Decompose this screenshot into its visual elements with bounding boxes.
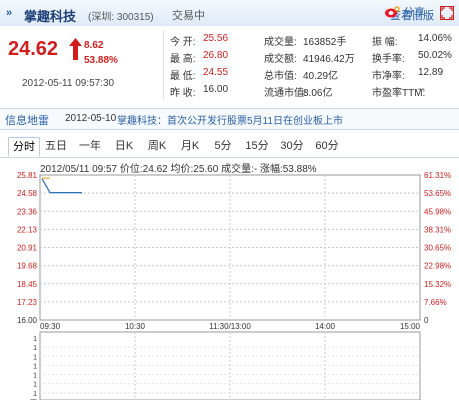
quote-field-value: 14.06% — [418, 33, 452, 44]
tab-2[interactable]: 一年 — [74, 137, 106, 155]
tab-9[interactable]: 60分 — [311, 137, 343, 155]
quote-field-label: 流通市值: — [264, 88, 307, 99]
y-tick-left: 19.68 — [17, 262, 38, 271]
news-bar: 信息地雷 2012-05-10 掌趣科技：首次公开发行股票5月11日在创业板上市 — [0, 108, 459, 130]
y-tick-left: 20.91 — [17, 244, 38, 253]
quote-field-label: 总市值: — [264, 71, 297, 82]
quote-field-label: 成交量: — [264, 37, 297, 48]
tab-1[interactable]: 五日 — [41, 137, 71, 155]
tab-3[interactable]: 日K — [109, 137, 139, 155]
volume-tick: 1 — [33, 336, 37, 343]
news-link[interactable]: 掌趣科技：首次公开发行股票5月11日在创业板上市 — [117, 112, 343, 127]
y-tick-right: 30.65% — [424, 244, 451, 253]
tab-7[interactable]: 15分 — [241, 137, 273, 155]
quote-datetime: 2012-05-11 09:57:30 — [22, 78, 115, 89]
quote-field-label: 市净率: — [372, 71, 405, 82]
y-tick-right: 53.65% — [424, 189, 451, 198]
quote-field-value: 163852手 — [303, 37, 347, 48]
stock-name: 掌趣科技 — [24, 9, 77, 24]
quote-field-label: 振 幅: — [372, 37, 398, 48]
tab-6[interactable]: 5分 — [208, 137, 238, 155]
quote-field-value: 12.89 — [418, 67, 444, 78]
y-tick-right: 22.98% — [424, 262, 451, 271]
y-tick-left: 25.81 — [17, 171, 38, 180]
divider — [163, 30, 164, 100]
y-tick-left: 22.13 — [17, 225, 38, 234]
volume-tick: 1 — [33, 391, 37, 398]
y-tick-right: 45.98% — [424, 207, 451, 216]
quote-field-value: 50.02% — [418, 50, 452, 61]
x-tick: 09:30 — [40, 322, 61, 331]
chart-tabs: 分时 五日 一年 日K 周K 月K 5分 15分 30分 60分 — [0, 133, 459, 158]
y-tick-right: 61.31% — [424, 171, 451, 180]
price-change: 8.62 — [84, 40, 104, 51]
fullscreen-icon[interactable] — [440, 6, 454, 20]
quote-field-label: 成交额: — [264, 54, 297, 65]
quote-field-label: 最 高: — [170, 54, 196, 65]
volume-tick: 1 — [33, 354, 37, 361]
stock-code: (深圳: 300315) — [88, 12, 154, 23]
y-tick-left: 24.58 — [17, 189, 38, 198]
y-tick-right: 38.31% — [424, 225, 451, 234]
price-change-pct: 53.88% — [84, 55, 118, 66]
x-tick: 15:00 — [400, 322, 421, 331]
y-tick-left: 18.45 — [17, 280, 38, 289]
trading-status: 交易中 — [172, 10, 205, 22]
y-tick-right: 15.32% — [424, 280, 451, 289]
share-label: 分享 — [403, 7, 426, 19]
volume-tick: 1 — [33, 345, 37, 352]
y-tick-right: 0 — [424, 316, 429, 325]
y-tick-left: 23.36 — [17, 207, 38, 216]
quote-field-value: -- — [418, 84, 425, 95]
y-tick-right: 7.66% — [424, 298, 447, 307]
x-tick: 14:00 — [315, 322, 336, 331]
current-price: 24.62 — [8, 38, 59, 60]
quote-field-value: 26.80 — [203, 50, 229, 61]
tab-5[interactable]: 月K — [175, 137, 205, 155]
tab-4[interactable]: 周K — [142, 137, 172, 155]
quote-field-label: 昨 收: — [170, 88, 196, 99]
y-tick-left: 16.00 — [17, 316, 38, 325]
quote-field-value: 40.29亿 — [303, 71, 339, 82]
volume-tick: 1 — [33, 363, 37, 370]
quote-field-value: 16.00 — [203, 84, 229, 95]
quote-field-value: 24.55 — [203, 67, 229, 78]
intraday-chart: 25.81 61.31% 24.58 53.65% 23.36 45.98% 22.13 38… — [17, 171, 451, 400]
tab-0[interactable]: 分时 — [8, 137, 40, 157]
volume-tick: 1 — [33, 373, 37, 380]
y-tick-left: 17.23 — [17, 298, 38, 307]
weibo-icon — [385, 6, 400, 18]
x-tick: 11:30/13:00 — [209, 322, 251, 331]
quote-field-label: 换手率: — [372, 54, 405, 65]
quote-field-value: 41946.42万 — [303, 54, 355, 65]
x-tick: 10:30 — [125, 322, 146, 331]
quote-field-label: 今 开: — [170, 37, 196, 48]
quote-field-value: 8.06亿 — [303, 88, 333, 99]
volume-tick: 1 — [33, 382, 37, 389]
quote-field-value: 25.56 — [203, 33, 229, 44]
news-date: 2012-05-10 — [65, 113, 117, 124]
double-chevron-icon: » — [6, 7, 13, 19]
news-title: 信息地雷 — [5, 115, 49, 127]
up-arrow-icon — [69, 38, 82, 60]
share-button[interactable]: 分享 — [384, 4, 425, 20]
quote-field-label: 最 低: — [170, 71, 196, 82]
tab-8[interactable]: 30分 — [276, 137, 308, 155]
